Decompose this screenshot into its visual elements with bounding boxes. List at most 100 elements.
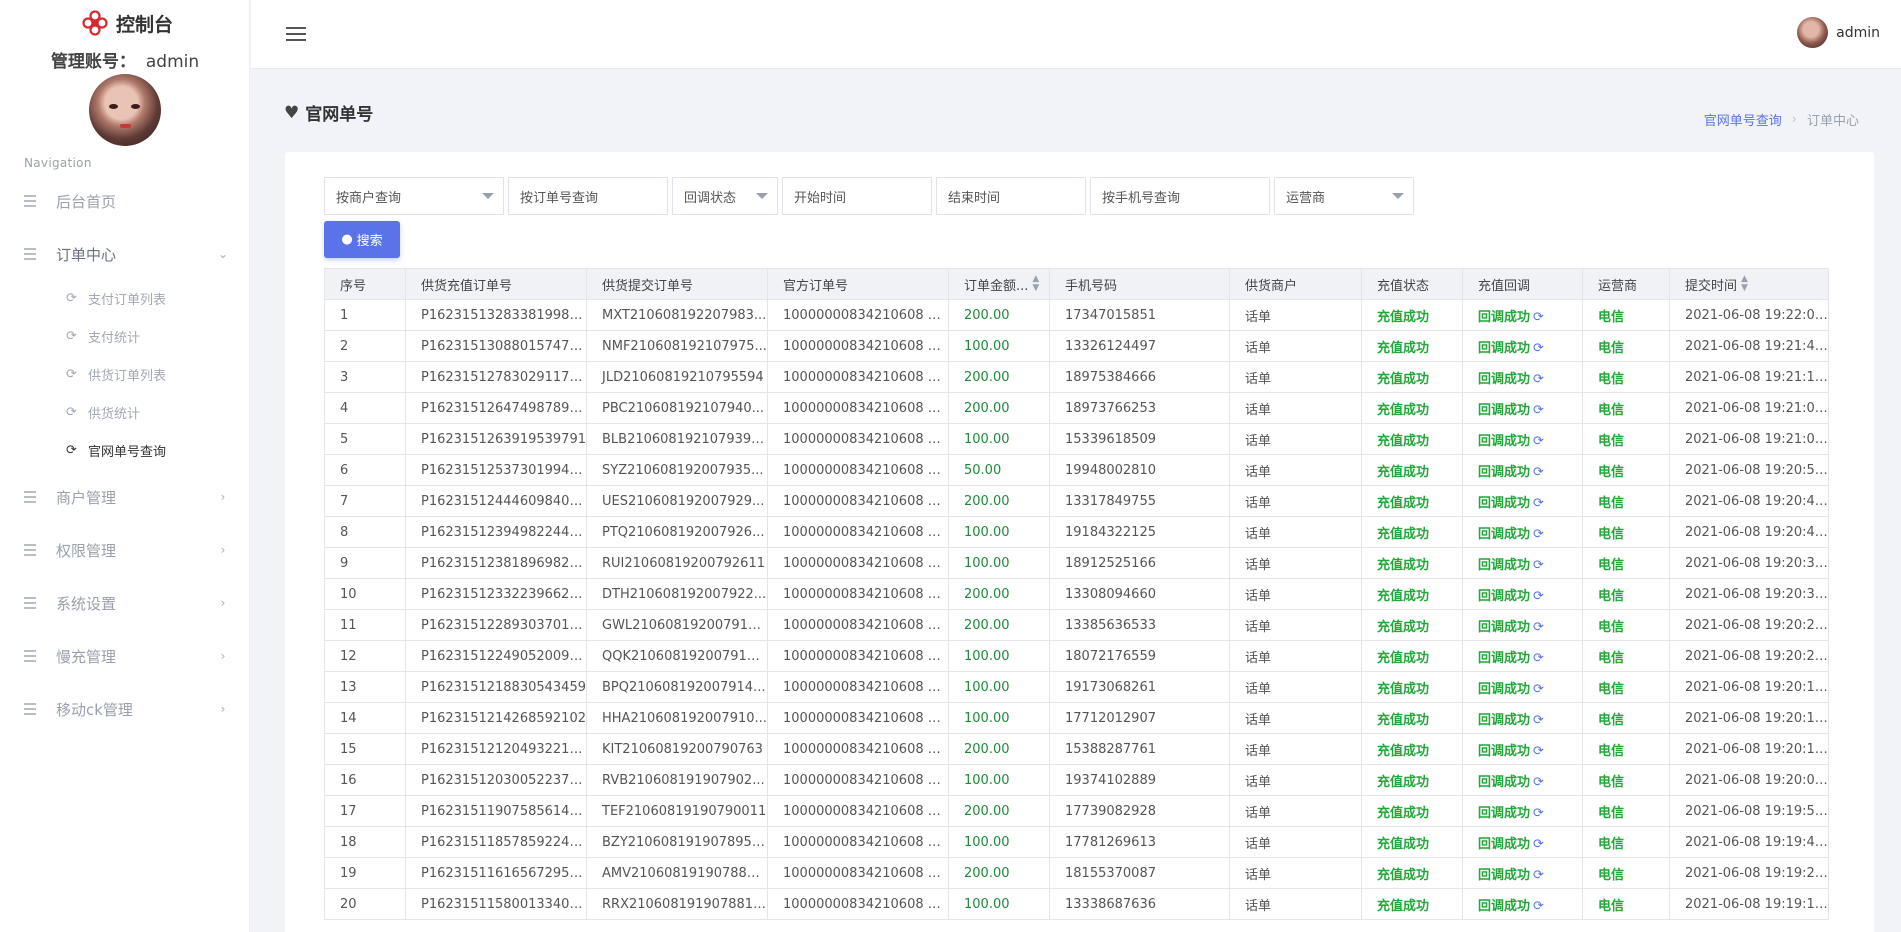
sidebar-item-orders[interactable]: 订单中心 ⌄: [24, 243, 229, 265]
refresh-icon[interactable]: ⟳: [1533, 527, 1544, 542]
submit-time: 2021-06-08 19:21:04.0: [1669, 423, 1829, 455]
row-index: 1: [324, 299, 406, 331]
refresh-icon[interactable]: ⟳: [1533, 403, 1544, 418]
row-index-text: 18: [340, 834, 357, 850]
sidebar-item-settings[interactable]: 系统设置 ›: [24, 592, 229, 614]
refresh-icon[interactable]: ⟳: [1533, 744, 1544, 759]
refresh-icon[interactable]: ⟳: [1533, 434, 1544, 449]
supply-merchant: 话单: [1229, 485, 1362, 517]
supply-recharge-order-no-text: P1623151158001334012­2: [421, 896, 587, 912]
recharge-callback: 回调成功 ⟳: [1462, 857, 1583, 889]
sidebar-item-mobile-ck[interactable]: 移动ck管理 ›: [24, 698, 229, 720]
supply-merchant-text: 话单: [1245, 619, 1272, 635]
recharge-status-text: 充值成功: [1377, 588, 1430, 604]
supply-merchant-text: 话单: [1245, 588, 1272, 604]
carrier-text: 电信: [1598, 309, 1625, 325]
phone-input[interactable]: 按手机号查询: [1090, 177, 1270, 215]
refresh-icon[interactable]: ⟳: [1533, 868, 1544, 883]
start-time-input[interactable]: 开始时间: [782, 177, 932, 215]
phone-number: 18973766253: [1049, 392, 1230, 424]
recharge-callback: 回调成功 ⟳: [1462, 888, 1583, 920]
refresh-icon[interactable]: ⟳: [1533, 465, 1544, 480]
carrier: 电信: [1582, 547, 1670, 579]
sidebar-subitem-payment-stats[interactable]: ⟳ 支付统计: [66, 326, 140, 346]
sort-icon[interactable]: ▲ ▼: [1032, 274, 1039, 293]
sidebar-subitem-supply-stats[interactable]: ⟳ 供货统计: [66, 402, 140, 422]
refresh-icon[interactable]: ⟳: [1533, 372, 1544, 387]
refresh-icon[interactable]: ⟳: [1533, 558, 1544, 573]
supply-recharge-order-no-text: P162315123322396625...: [421, 586, 587, 602]
carrier-text: 电信: [1598, 681, 1625, 697]
row-index: 13: [324, 671, 406, 703]
submit-time-text: 2021-06-08 19:20:29.0: [1685, 617, 1829, 633]
refresh-icon[interactable]: ⟳: [1533, 899, 1544, 914]
supply-submit-order-no-text: GWL210608192007919...: [602, 617, 768, 633]
carrier-text: 电信: [1598, 402, 1625, 418]
submit-time-text: 2021-06-08 19:19:51.0: [1685, 803, 1829, 819]
sort-icon[interactable]: ▲ ▼: [1741, 274, 1748, 293]
chevron-down-icon: [756, 193, 768, 199]
sidebar-subitem-official-order-query[interactable]: ⟳ 官网单号查询: [66, 440, 166, 460]
refresh-icon[interactable]: ⟳: [1533, 589, 1544, 604]
recharge-callback-text: 回调成功: [1478, 898, 1531, 914]
sidebar-avatar[interactable]: [89, 74, 161, 146]
sidebar-item-slow-charge[interactable]: 慢充管理 ›: [24, 645, 229, 667]
order-no-placeholder: 按订单号查询: [520, 190, 599, 206]
carrier-select[interactable]: 运营商: [1274, 177, 1414, 215]
refresh-icon[interactable]: ⟳: [1533, 713, 1544, 728]
submit-time: 2021-06-08 19:20:33.0: [1669, 578, 1829, 610]
logo[interactable]: 控制台: [80, 10, 173, 36]
menu-icon: [24, 195, 36, 207]
refresh-icon[interactable]: ⟳: [1533, 775, 1544, 790]
phone-number-text: 18975384666: [1065, 369, 1156, 385]
supply-submit-order-no-text: RRX21060819190788187: [602, 896, 768, 912]
refresh-icon[interactable]: ⟳: [1533, 651, 1544, 666]
table-row: 16 P162315120300522377... RVB2106081919079…: [324, 764, 1829, 796]
recharge-status: 充值成功: [1361, 857, 1463, 889]
supply-merchant-text: 话单: [1245, 340, 1272, 356]
recharge-status-text: 充值成功: [1377, 681, 1430, 697]
sidebar-item-home[interactable]: 后台首页: [24, 190, 229, 212]
menu-icon: [24, 248, 36, 260]
supply-recharge-order-no-text: P162315123949822447...: [421, 524, 587, 540]
order-amount: 200.00: [948, 609, 1050, 641]
refresh-icon[interactable]: ⟳: [1533, 620, 1544, 635]
official-order-no-text: 10000000834210608 1...: [783, 648, 949, 664]
order-amount-text: 200.00: [964, 586, 1010, 602]
submit-time-text: 2021-06-08 19:21:49.0: [1685, 338, 1829, 354]
column-header: 供货充值订单号: [405, 268, 587, 300]
orders-table: 序号 供货充值订单号 供货提交订单号 官方订单号 订单金额... ▲ ▼ 手机号码 …: [324, 268, 1829, 920]
end-time-input[interactable]: 结束时间: [936, 177, 1086, 215]
refresh-icon[interactable]: ⟳: [1533, 496, 1544, 511]
sidebar-item-label: 商户管理: [56, 488, 117, 507]
avatar[interactable]: [1797, 17, 1829, 48]
supply-merchant-text: 话单: [1245, 805, 1272, 821]
sidebar-subitem-supply-orders[interactable]: ⟳ 供货订单列表: [66, 364, 166, 384]
sidebar-subitem-label: 官网单号查询: [88, 444, 167, 460]
order-amount-text: 200.00: [964, 617, 1010, 633]
submit-time: 2021-06-08 19:20:25.0: [1669, 640, 1829, 672]
refresh-icon[interactable]: ⟳: [1533, 682, 1544, 697]
row-index-text: 6: [340, 462, 349, 478]
carrier: 电信: [1582, 640, 1670, 672]
refresh-icon[interactable]: ⟳: [1533, 837, 1544, 852]
column-header-submit-time[interactable]: 提交时间 ▲ ▼: [1669, 268, 1829, 300]
search-button[interactable]: ● 搜索: [324, 221, 400, 258]
breadcrumb-link[interactable]: 官网单号查询: [1704, 110, 1782, 129]
hamburger-menu-icon[interactable]: [286, 27, 306, 41]
refresh-icon[interactable]: ⟳: [1533, 341, 1544, 356]
supply-merchant: 话单: [1229, 764, 1362, 796]
recharge-callback: 回调成功 ⟳: [1462, 547, 1583, 579]
order-no-input[interactable]: 按订单号查询: [508, 177, 668, 215]
column-header-amount[interactable]: 订单金额... ▲ ▼: [948, 268, 1050, 300]
refresh-icon[interactable]: ⟳: [1533, 806, 1544, 821]
user-menu[interactable]: admin: [1797, 17, 1880, 48]
merchant-select[interactable]: 按商户查询: [324, 177, 504, 215]
recharge-callback: 回调成功 ⟳: [1462, 454, 1583, 486]
refresh-icon[interactable]: ⟳: [1533, 310, 1544, 325]
sidebar-subitem-payment-orders[interactable]: ⟳ 支付订单列表: [66, 288, 166, 308]
official-order-no-text: 10000000834210608 1...: [783, 679, 949, 695]
sidebar-item-permissions[interactable]: 权限管理 ›: [24, 539, 229, 561]
sidebar-item-merchants[interactable]: 商户管理 ›: [24, 486, 229, 508]
callback-status-select[interactable]: 回调状态: [672, 177, 778, 215]
